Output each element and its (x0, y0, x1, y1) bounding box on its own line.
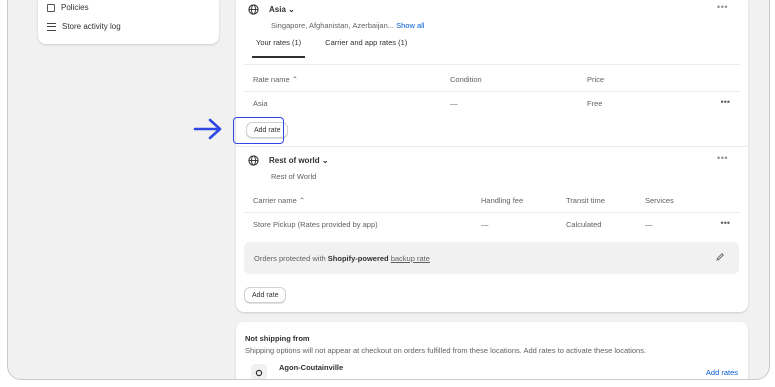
column-header-carrier-name[interactable]: Carrier name ⌃ (253, 196, 305, 205)
section-title: Not shipping from (245, 334, 310, 343)
rate-condition-cell: — (450, 99, 458, 108)
zone-subtitle: Rest of World (271, 172, 317, 181)
list-icon (47, 22, 56, 31)
sidebar-item-policies[interactable]: Policies (47, 3, 89, 12)
row-more-actions-icon[interactable]: ••• (721, 97, 730, 107)
show-all-link[interactable]: Show all (396, 21, 424, 30)
zone-more-actions-icon[interactable]: ••• (717, 153, 728, 163)
add-rates-link[interactable]: Add rates (706, 368, 738, 377)
pointer-arrow-icon (193, 118, 222, 140)
handling-fee-cell: — (481, 220, 489, 229)
settings-sidebar: Policies Store activity log (38, 0, 219, 44)
globe-icon (248, 4, 259, 15)
zone-header-asia: Asia ⌄ (248, 4, 295, 15)
backup-rate-link[interactable]: backup rate (391, 254, 430, 263)
highlight-box (233, 117, 284, 144)
tab-carrier-app-rates[interactable]: Carrier and app rates (1) (321, 38, 411, 58)
location-name: Agon-Coutainville (279, 363, 344, 372)
zone-header-rest-of-world: Rest of world ⌄ (248, 155, 329, 166)
tab-your-rates[interactable]: Your rates (1) (252, 38, 306, 58)
column-header-rate-name[interactable]: Rate name ⌃ (253, 75, 298, 84)
app-frame: Policies Store activity log Asia ⌄ ••• S… (7, 0, 770, 380)
chevron-down-icon: ⌄ (321, 156, 329, 165)
location-icon (251, 364, 267, 379)
services-cell: — (645, 220, 653, 229)
chevron-down-icon: ⌄ (288, 5, 295, 14)
zone-more-actions-icon[interactable]: ••• (717, 2, 728, 12)
zone-name[interactable]: Rest of world ⌄ (269, 156, 329, 165)
backup-rate-banner: Orders protected with Shopify-powered ba… (244, 242, 739, 274)
pencil-icon[interactable] (715, 252, 725, 262)
column-header-price: Price (587, 75, 605, 84)
row-more-actions-icon[interactable]: ••• (721, 218, 730, 228)
carrier-name-cell: Store Pickup (Rates provided by app) (253, 220, 378, 229)
policy-icon (47, 3, 55, 12)
rate-tabs: Your rates (1) Carrier and app rates (1) (252, 38, 411, 58)
column-header-services: Services (645, 196, 674, 205)
shipping-zones-card: Asia ⌄ ••• Singapore, Afghanistan, Azerb… (236, 0, 748, 312)
not-shipping-from-card: Not shipping from Shipping options will … (236, 322, 748, 379)
divider (236, 146, 748, 147)
transit-time-cell: Calculated (566, 220, 602, 229)
rate-name-cell: Asia (253, 99, 268, 108)
divider (244, 212, 740, 213)
column-header-condition: Condition (450, 75, 482, 84)
sidebar-item-store-activity-log[interactable]: Store activity log (47, 22, 121, 31)
banner-text: Orders protected with Shopify-powered ba… (254, 254, 430, 263)
sort-icon: ⌃ (298, 196, 306, 205)
sort-icon: ⌃ (291, 75, 299, 84)
divider (244, 91, 740, 92)
sidebar-item-label: Policies (61, 3, 89, 12)
divider (244, 64, 740, 65)
zone-name[interactable]: Asia ⌄ (269, 5, 295, 14)
sidebar-item-label: Store activity log (62, 22, 121, 31)
column-header-transit-time: Transit time (566, 196, 605, 205)
zone-countries: Singapore, Afghanistan, Azerbaijan... Sh… (271, 21, 425, 30)
column-header-handling-fee: Handling fee (481, 196, 524, 205)
add-rate-button[interactable]: Add rate (244, 287, 287, 303)
rate-price-cell: Free (587, 99, 603, 108)
section-description: Shipping options will not appear at chec… (245, 346, 647, 355)
globe-icon (248, 155, 259, 166)
